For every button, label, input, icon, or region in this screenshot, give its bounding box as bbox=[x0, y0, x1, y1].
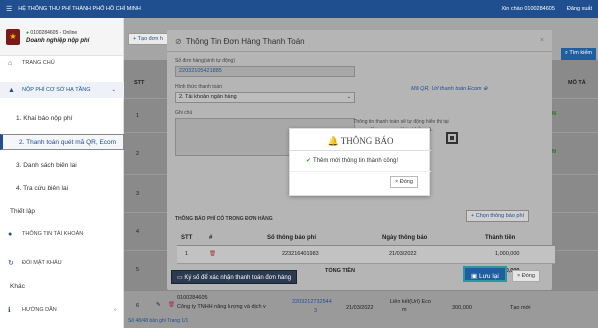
home-icon: ⌂ bbox=[8, 59, 13, 67]
search-icon: ⌕ bbox=[564, 50, 568, 56]
logout-link[interactable]: Đăng xuất bbox=[567, 6, 592, 12]
user-code: ● 0100284605 - Online bbox=[26, 29, 78, 36]
note-label: Ghi chú bbox=[175, 110, 193, 116]
search-button[interactable]: ⌕ Tìm kiếm bbox=[560, 48, 596, 60]
chevron-down-icon: ⌄ bbox=[111, 87, 116, 93]
sidebar-item-home[interactable]: ⌂ TRANG CHỦ bbox=[0, 56, 124, 70]
section-other: Khác bbox=[10, 283, 25, 290]
home-icon[interactable]: ☰ bbox=[6, 5, 12, 13]
method-label: Hình thức thanh toán bbox=[175, 84, 222, 90]
col-desc: MÔ TẢ bbox=[568, 80, 586, 86]
delete-icon[interactable]: 🗑 bbox=[168, 302, 175, 308]
close-button[interactable]: × Đóng bbox=[512, 270, 540, 282]
sidebar-item-pay[interactable]: ▲ NỘP PHÍ CƠ SỞ HẠ TẦNG ⌄ bbox=[0, 82, 124, 98]
plus-circle-icon: ⊕ bbox=[483, 86, 488, 92]
delete-icon[interactable]: 🗑 bbox=[209, 251, 216, 257]
choose-notice-button[interactable]: + Chọn thông báo phí bbox=[466, 210, 530, 222]
save-button[interactable]: ▣ Lưu lại bbox=[463, 266, 507, 282]
online-dot-icon: ● bbox=[26, 29, 30, 36]
user-type: Doanh nghiệp nộp phí bbox=[26, 37, 90, 44]
sidebar-item-password[interactable]: ↻ ĐỔI MẬT KHẨU bbox=[0, 255, 124, 271]
emblem-logo: ★ bbox=[6, 28, 20, 45]
col-stt: STT bbox=[134, 80, 145, 86]
create-order-button[interactable]: + Tạo đơn h bbox=[128, 33, 168, 45]
sign-confirm-button[interactable]: ▭ Ký số để xác nhận thanh toán đơn hàng bbox=[171, 270, 298, 284]
order-number-field[interactable]: 22032105421885 bbox=[175, 66, 355, 77]
road-icon: ▲ bbox=[8, 86, 15, 94]
info-icon: ℹ bbox=[8, 307, 11, 314]
close-icon: × bbox=[395, 179, 399, 185]
sidebar-item-receipts[interactable]: 3. Danh sách biên lai bbox=[0, 157, 124, 173]
table-header: STT # Số thông báo phí Ngày thông báo Th… bbox=[177, 230, 555, 246]
sidebar-item-guide[interactable]: ℹ HƯỚNG DẪN ‹ bbox=[0, 302, 124, 318]
card-icon: ▭ bbox=[177, 275, 183, 281]
notification-dialog: 🔔 THÔNG BÁO ✔ Thêm mới thông tin thành cô… bbox=[289, 128, 431, 196]
greeting: Xin chào 0100284605 bbox=[501, 6, 555, 12]
plus-icon: + bbox=[471, 213, 475, 219]
sidebar-item-lookup[interactable]: 4. Tra cứu biên lai bbox=[0, 180, 124, 196]
refresh-icon: ↻ bbox=[8, 260, 14, 267]
chevron-down-icon: ⌄ bbox=[346, 94, 351, 100]
link-icon: ⊘ bbox=[175, 37, 182, 46]
payment-method-select[interactable]: 2. Tài khoản ngân hàng ⌄ bbox=[175, 92, 355, 103]
sidebar-item-qr-payment[interactable]: 2. Thanh toán quét mã QR, Ecom bbox=[0, 134, 124, 150]
chevron-left-icon: ‹ bbox=[114, 307, 116, 313]
close-icon: × bbox=[517, 273, 521, 279]
table-row[interactable]: 1 🗑 223216401983 21/03/2022 1,000,000 bbox=[177, 246, 555, 264]
modal-title: ⊘ Thông Tin Đơn Hàng Thanh Toán bbox=[175, 37, 305, 46]
notification-close-button[interactable]: × Đóng bbox=[390, 176, 418, 188]
ecom-link[interactable]: Mã QR, Url thanh toán Ecom ⊕ bbox=[411, 86, 488, 92]
save-icon: ▣ bbox=[471, 273, 478, 280]
notification-title: 🔔 THÔNG BÁO bbox=[327, 136, 394, 146]
edit-icon[interactable]: ✎ bbox=[156, 302, 161, 308]
section-setup: Thiết lập bbox=[10, 208, 35, 215]
close-icon[interactable]: × bbox=[540, 37, 544, 44]
check-icon: ✔ bbox=[306, 158, 312, 164]
bell-icon: 🔔 bbox=[327, 136, 339, 146]
user-icon: ● bbox=[8, 230, 13, 238]
sidebar-item-declare[interactable]: 1. Khai báo nộp phí bbox=[0, 110, 124, 126]
top-bar: ☰ HỆ THỐNG THU PHÍ THÀNH PHỐ HỒ CHÍ MINH… bbox=[0, 0, 598, 18]
user-panel: ★ ● 0100284605 - Online Doanh nghiệp nộp… bbox=[0, 18, 123, 56]
paging-info: Số 48/48 bản ghi Trang 1/1 bbox=[124, 318, 598, 328]
table-row[interactable]: 6 ✎ 🗑 0100284605 Công ty TNHH năng lượng… bbox=[124, 290, 598, 318]
notification-message: ✔ Thêm mới thông tin thành công! bbox=[306, 158, 399, 164]
order-label: Số đơn hàng(sinh tự động) bbox=[175, 58, 235, 64]
sidebar-item-account[interactable]: ● THÔNG TIN TÀI KHOẢN bbox=[0, 226, 124, 242]
plus-icon: + bbox=[133, 36, 137, 42]
fee-notice-title: THÔNG BÁO PHÍ CÓ TRONG ĐƠN HÀNG bbox=[175, 216, 273, 222]
system-title: HỆ THỐNG THU PHÍ THÀNH PHỐ HỒ CHÍ MINH bbox=[18, 6, 141, 12]
